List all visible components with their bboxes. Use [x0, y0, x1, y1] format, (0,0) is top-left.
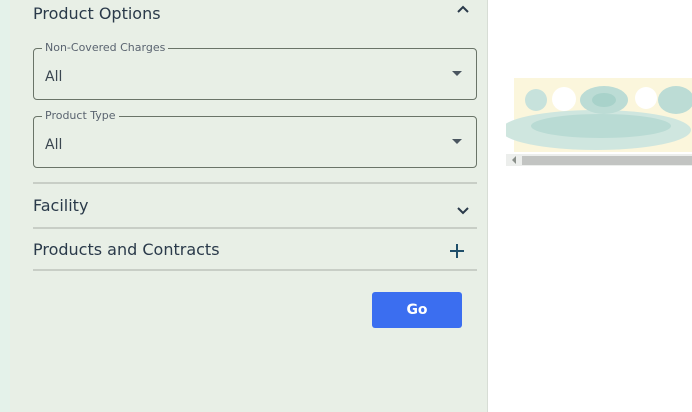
divider: [33, 227, 477, 229]
go-button[interactable]: Go: [372, 292, 462, 328]
left-edge-strip: [0, 0, 10, 412]
divider: [33, 182, 477, 184]
non-covered-charges-label: Non-Covered Charges: [42, 40, 169, 56]
chevron-up-icon[interactable]: [455, 2, 471, 18]
non-covered-charges-select[interactable]: Non-Covered Charges All: [33, 40, 477, 100]
accordion-facility-header[interactable]: Facility: [33, 196, 88, 215]
blurred-preview-image: [506, 78, 692, 166]
divider: [33, 269, 477, 271]
non-covered-charges-value: All: [45, 69, 63, 85]
product-options-title: Product Options: [33, 4, 161, 23]
product-type-value: All: [45, 137, 63, 153]
product-options-panel: Product Options Non-Covered Charges All …: [10, 0, 488, 412]
product-type-select[interactable]: Product Type All: [33, 108, 477, 168]
product-type-label: Product Type: [42, 108, 119, 124]
chevron-down-icon[interactable]: [455, 202, 471, 218]
accordion-products-contracts-header[interactable]: Products and Contracts: [33, 240, 220, 259]
plus-icon[interactable]: [449, 243, 465, 259]
dropdown-arrow-icon: [452, 139, 462, 144]
dropdown-arrow-icon: [452, 71, 462, 76]
